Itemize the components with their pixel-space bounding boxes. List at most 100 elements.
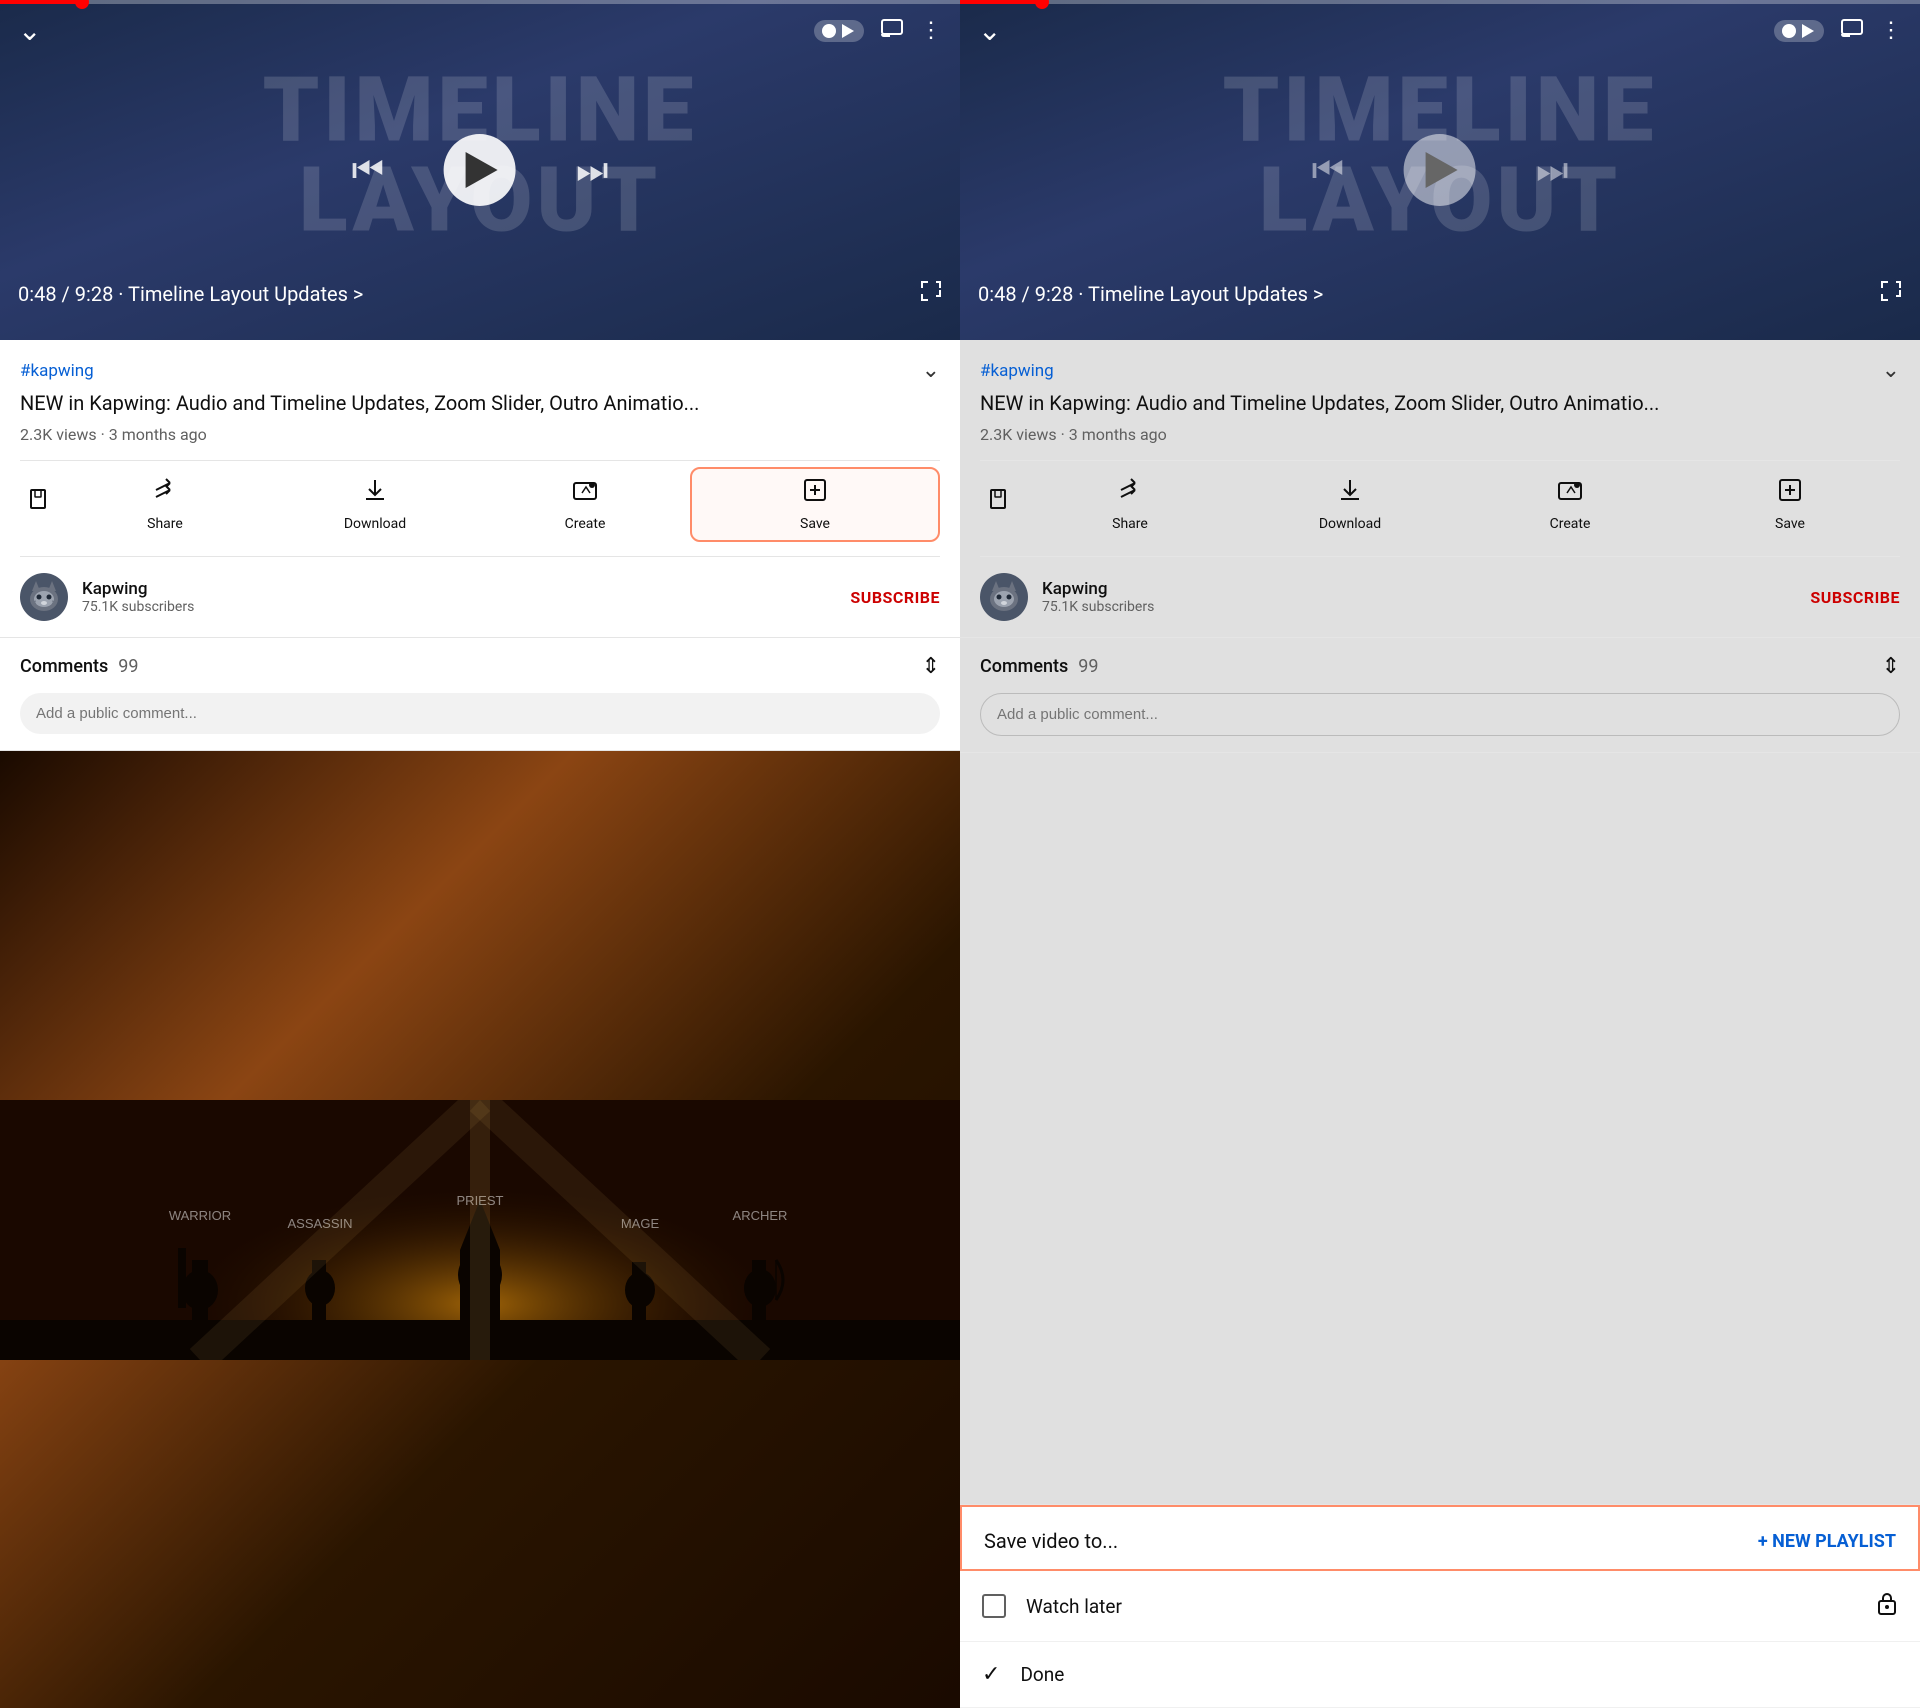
progress-bar-left[interactable] [0,0,960,4]
chevron-down-icon-left[interactable]: ⌄ [18,14,41,47]
channel-avatar-right [980,573,1028,621]
comment-input-left[interactable] [20,693,940,734]
prev-btn-left[interactable]: ⏮ [352,149,384,192]
comments-label-right: Comments [980,656,1068,677]
save-panel-right: Save video to... + NEW PLAYLIST Watch la… [960,1504,1920,1708]
video-bottom-left: 0:48 / 9:28 · Timeline Layout Updates > [0,280,960,308]
save-partial-icon-left [27,488,53,521]
more-icon-right[interactable]: ⋮ [1880,18,1902,43]
progress-fill-left [0,0,82,4]
play-btn-left[interactable] [444,134,516,206]
video-title-right: NEW in Kapwing: Audio and Timeline Updat… [980,389,1900,417]
channel-subs-left: 75.1K subscribers [82,599,836,615]
playback-controls-left: ⏮ ⏭ [352,134,609,206]
play-triangle-left [466,152,498,188]
fullscreen-icon-right[interactable] [1880,280,1902,308]
video-bottom-right: 0:48 / 9:28 · Timeline Layout Updates > [960,280,1920,308]
next-btn-left[interactable]: ⏭ [576,149,608,192]
action-buttons-left: Share Download Create [20,460,940,557]
right-panel: TIMELINELAYOUT ⌄ ⋮ ⏮ [960,0,1920,1708]
save-icon-left [802,477,828,510]
share-label-left: Share [147,516,183,532]
channel-avatar-left [20,573,68,621]
subscribe-btn-left[interactable]: SUBSCRIBE [850,588,940,607]
play-tri-right [1802,24,1814,38]
watch-later-checkbox[interactable] [982,1594,1006,1618]
save-btn-right[interactable]: Save [1680,467,1900,542]
share-btn-left[interactable]: Share [60,467,270,542]
hashtag-text-right[interactable]: #kapwing [980,361,1054,381]
subscribe-row-right: Kapwing 75.1K subscribers SUBSCRIBE [960,557,1920,638]
hashtag-left: #kapwing ⌄ [20,358,940,383]
prev-btn-right[interactable]: ⏮ [1312,149,1344,192]
subscribe-row-left: Kapwing 75.1K subscribers SUBSCRIBE [0,557,960,638]
channel-info-left: Kapwing 75.1K subscribers [82,579,836,615]
cast-icon-left[interactable] [880,18,904,44]
channel-subs-right: 75.1K subscribers [1042,599,1796,615]
subscribe-btn-right[interactable]: SUBSCRIBE [1810,588,1900,607]
comments-header-left: Comments 99 ⇕ [20,654,940,679]
progress-dot-left [75,0,89,9]
channel-name-left: Kapwing [82,579,836,599]
progress-bar-right[interactable] [960,0,1920,4]
download-btn-left[interactable]: Download [270,467,480,542]
comments-label-left: Comments [20,656,108,677]
svg-text:ARCHER: ARCHER [733,1208,788,1223]
play-btn-right[interactable] [1404,134,1476,206]
hashtag-text-left[interactable]: #kapwing [20,361,94,381]
lock-icon [1876,1591,1898,1621]
create-label-right: Create [1550,516,1591,532]
toggle-dot-left [822,24,836,38]
video-meta-left: 2.3K views · 3 months ago [20,425,940,444]
done-item: ✓ Done [960,1642,1920,1708]
create-icon-left [572,477,598,510]
progress-fill-right [960,0,1042,4]
video-player-left: TIMELINELAYOUT ⌄ ⋮ ⏮ [0,0,960,340]
cast-icon-right[interactable] [1840,18,1864,44]
channel-info-right: Kapwing 75.1K subscribers [1042,579,1796,615]
save-icon-right [1777,477,1803,510]
play-tri-left [842,24,854,38]
collapse-icon-right[interactable]: ⌄ [1882,358,1900,383]
playback-controls-right: ⏮ ⏭ [1312,134,1569,206]
download-icon-right [1337,477,1363,510]
comments-section-left: Comments 99 ⇕ [0,638,960,751]
create-btn-right[interactable]: Create [1460,467,1680,542]
video-topbar-right: ⌄ ⋮ [960,14,1920,47]
create-btn-left[interactable]: Create [480,467,690,542]
comments-count-right: 99 [1078,656,1098,677]
collapse-icon-left[interactable]: ⌄ [922,358,940,383]
play-toggle-left[interactable] [814,20,864,42]
topbar-right-left: ⋮ [814,18,942,44]
play-toggle-right[interactable] [1774,20,1824,42]
save-partial-right[interactable] [980,478,1020,531]
watch-later-item: Watch later [960,1571,1920,1642]
comments-label-row-right: Comments 99 [980,656,1098,677]
video-time-right: 0:48 / 9:28 · Timeline Layout Updates > [978,282,1323,306]
video-time-left: 0:48 / 9:28 · Timeline Layout Updates > [18,282,363,306]
channel-name-right: Kapwing [1042,579,1796,599]
sort-icon-right[interactable]: ⇕ [1882,654,1900,679]
more-icon-left[interactable]: ⋮ [920,18,942,43]
chevron-down-icon-right[interactable]: ⌄ [978,14,1001,47]
share-icon-right [1117,477,1143,510]
next-btn-right[interactable]: ⏭ [1536,149,1568,192]
new-playlist-btn[interactable]: + NEW PLAYLIST [1758,1531,1896,1552]
download-label-left: Download [344,516,406,532]
comments-header-right: Comments 99 ⇕ [980,654,1900,679]
download-btn-right[interactable]: Download [1240,467,1460,542]
share-btn-right[interactable]: Share [1020,467,1240,542]
save-partial-icon-right [987,488,1013,521]
video-title-left: NEW in Kapwing: Audio and Timeline Updat… [20,389,940,417]
download-label-right: Download [1319,516,1381,532]
checkmark-icon: ✓ [982,1662,1000,1687]
play-triangle-right [1426,152,1458,188]
fullscreen-icon-left[interactable] [920,280,942,308]
action-buttons-right: Share Download Create [980,460,1900,557]
save-partial-btn-left[interactable] [20,478,60,531]
save-btn-left[interactable]: Save [690,467,940,542]
progress-dot-right [1035,0,1049,9]
sort-icon-left[interactable]: ⇕ [922,654,940,679]
comment-input-right[interactable] [980,693,1900,736]
hashtag-right: #kapwing ⌄ [980,358,1900,383]
